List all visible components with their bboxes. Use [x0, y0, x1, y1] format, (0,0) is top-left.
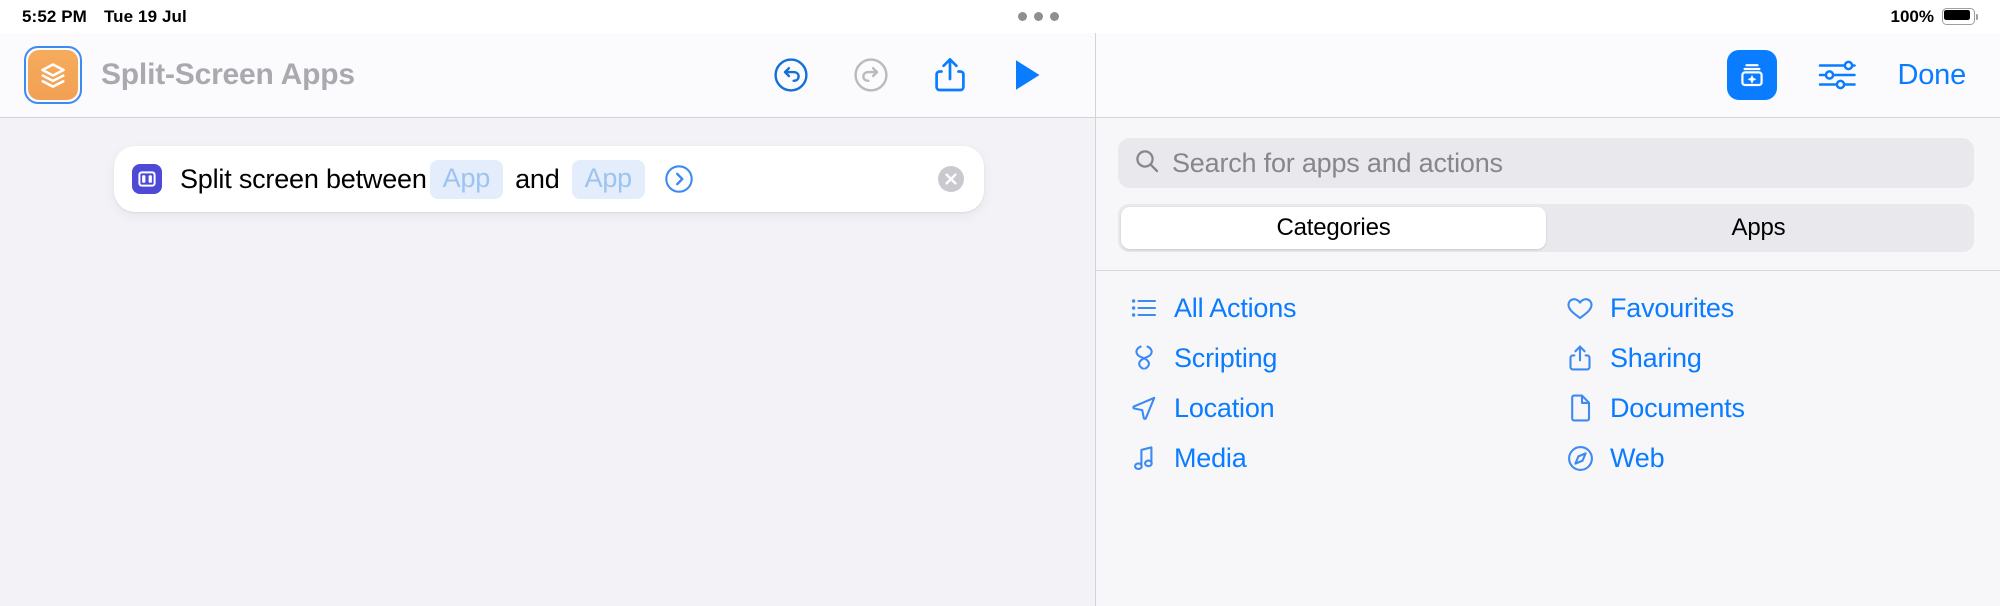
- share-icon: [933, 56, 967, 94]
- split-screen-icon: [132, 164, 162, 194]
- category-item-all-actions[interactable]: All Actions: [1118, 283, 1544, 333]
- category-label: Web: [1610, 443, 1664, 474]
- battery-icon: [1942, 8, 1978, 25]
- search-input[interactable]: Search for apps and actions: [1118, 138, 1974, 188]
- action-text-row: Split screen between App and App: [180, 160, 694, 199]
- shortcut-icon-button[interactable]: [24, 46, 82, 104]
- library-segmented-control: Categories Apps: [1118, 204, 1974, 252]
- stacked-layers-icon: [28, 50, 78, 100]
- library-navigation-bar: Done: [1096, 33, 2000, 118]
- music-note-icon: [1130, 445, 1158, 472]
- category-grid: All Actions Favourites: [1096, 271, 2000, 483]
- shortcut-settings-button[interactable]: [1817, 58, 1857, 92]
- undo-button[interactable]: [773, 57, 809, 93]
- category-item-favourites[interactable]: Favourites: [1554, 283, 1980, 333]
- status-bar: 5:52 PM Tue 19 Jul 100%: [0, 0, 2000, 33]
- remove-action-button[interactable]: [938, 166, 964, 192]
- multitasking-dots-icon[interactable]: [1018, 12, 1059, 21]
- category-item-sharing[interactable]: Sharing: [1554, 333, 1980, 383]
- add-action-button[interactable]: [1727, 50, 1777, 100]
- tab-categories[interactable]: Categories: [1121, 207, 1546, 249]
- action-text-prefix: Split screen between: [180, 164, 427, 195]
- category-label: Sharing: [1610, 343, 1702, 374]
- category-item-web[interactable]: Web: [1554, 433, 1980, 483]
- category-item-documents[interactable]: Documents: [1554, 383, 1980, 433]
- category-label: Media: [1174, 443, 1247, 474]
- undo-icon: [773, 57, 809, 93]
- tab-apps[interactable]: Apps: [1546, 207, 1971, 249]
- category-item-location[interactable]: Location: [1118, 383, 1544, 433]
- category-label: All Actions: [1174, 293, 1296, 324]
- split-view: Split-Screen Apps: [0, 33, 2000, 606]
- action-text-conjunction: and: [515, 164, 559, 195]
- action-card-split-screen[interactable]: Split screen between App and App: [114, 146, 984, 212]
- sliders-icon: [1817, 58, 1857, 92]
- safari-compass-icon: [1566, 445, 1594, 472]
- action-library-pane: Done Search for apps and actions Categor…: [1096, 33, 2000, 606]
- editor-toolbar: [773, 56, 1073, 94]
- category-label: Location: [1174, 393, 1274, 424]
- status-time: 5:52 PM: [22, 7, 87, 27]
- search-placeholder: Search for apps and actions: [1172, 148, 1503, 179]
- action-parameter-app-2[interactable]: App: [572, 160, 645, 199]
- page-title: Split-Screen Apps: [101, 58, 355, 92]
- document-icon: [1566, 394, 1594, 422]
- editor-navigation-bar: Split-Screen Apps: [0, 33, 1095, 118]
- share-icon: [1566, 344, 1594, 372]
- ipad-shortcuts-screen: 5:52 PM Tue 19 Jul 100%: [0, 0, 2000, 606]
- category-label: Favourites: [1610, 293, 1734, 324]
- category-label: Scripting: [1174, 343, 1277, 374]
- battery-percent: 100%: [1891, 7, 1934, 27]
- share-button[interactable]: [933, 56, 967, 94]
- action-parameter-app-1[interactable]: App: [430, 160, 503, 199]
- category-label: Documents: [1610, 393, 1745, 424]
- shortcut-editor-pane: Split-Screen Apps: [0, 33, 1096, 606]
- search-icon: [1134, 148, 1160, 179]
- done-button[interactable]: Done: [1897, 59, 1966, 92]
- run-shortcut-button[interactable]: [1011, 57, 1043, 93]
- list-bullet-icon: [1130, 297, 1158, 319]
- shortcut-canvas: Split screen between App and App: [0, 118, 1095, 606]
- multitasking-control[interactable]: [187, 12, 1891, 21]
- redo-button[interactable]: [853, 57, 889, 93]
- heart-icon: [1566, 296, 1594, 321]
- scripting-ribbon-icon: [1130, 344, 1158, 372]
- play-icon: [1011, 57, 1043, 93]
- category-item-scripting[interactable]: Scripting: [1118, 333, 1544, 383]
- category-item-media[interactable]: Media: [1118, 433, 1544, 483]
- navigation-arrow-icon: [1130, 395, 1158, 421]
- redo-icon: [853, 57, 889, 93]
- status-right: 100%: [1891, 7, 1978, 27]
- chevron-right-circle-icon[interactable]: [664, 164, 694, 194]
- search-container: Search for apps and actions: [1096, 118, 2000, 188]
- add-action-icon: [1736, 59, 1768, 91]
- close-circle-icon: [938, 166, 964, 192]
- status-date: Tue 19 Jul: [104, 7, 187, 27]
- segmented-control-container: Categories Apps: [1096, 188, 2000, 252]
